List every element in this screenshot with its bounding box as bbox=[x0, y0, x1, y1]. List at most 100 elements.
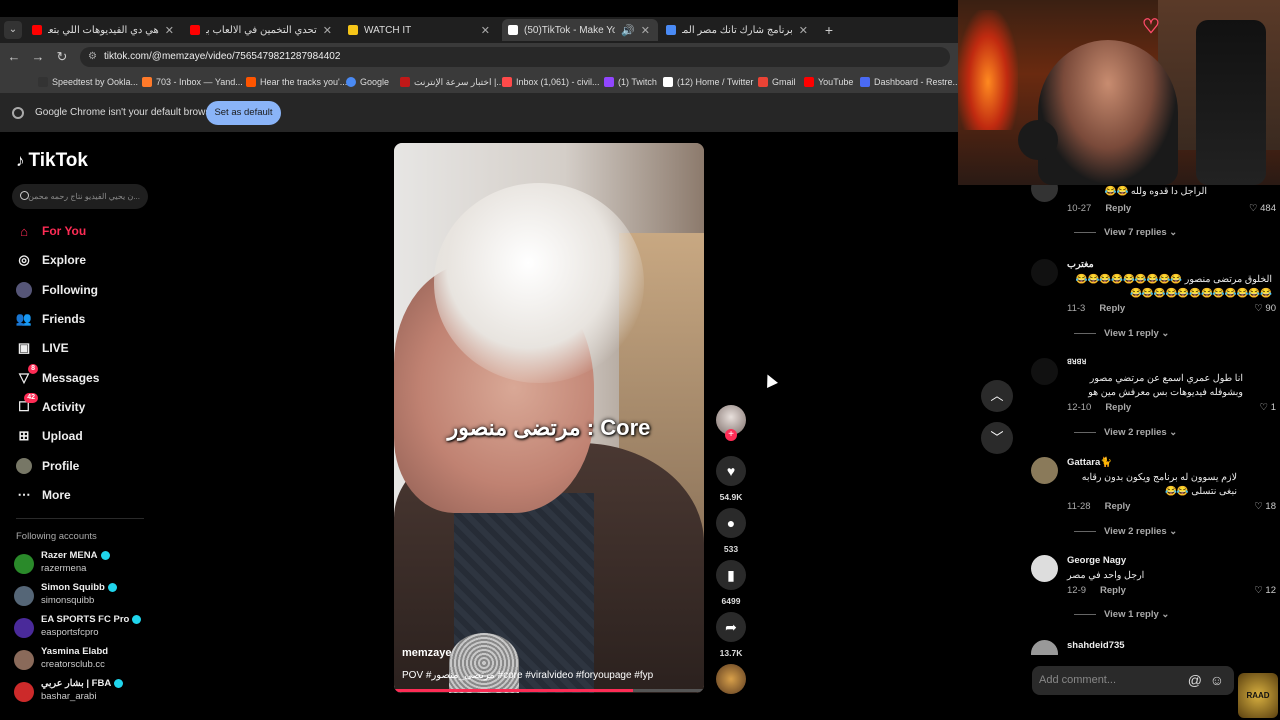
nav-for-you[interactable]: ⌂ For You bbox=[16, 220, 156, 242]
comment-avatar[interactable] bbox=[1031, 640, 1058, 655]
comment-avatar[interactable] bbox=[1031, 358, 1058, 385]
bookmark-item[interactable]: Dashboard - Restre... bbox=[860, 71, 960, 93]
view-replies-button[interactable]: View 2 replies ⌄ bbox=[1074, 526, 1177, 537]
like-button[interactable]: ♥ 54.9K bbox=[716, 456, 746, 502]
comment-avatar[interactable] bbox=[1031, 457, 1058, 484]
url-input[interactable]: ⚙ tiktok.com/@memzaye/video/756547982128… bbox=[80, 47, 950, 67]
bookmark-item[interactable]: (1) Twitch bbox=[604, 71, 657, 93]
search-input[interactable]: ...ن يحيي الفيديو نتاج رحمه محمن bbox=[12, 184, 148, 209]
view-replies-button[interactable]: View 1 reply ⌄ bbox=[1074, 609, 1169, 620]
back-icon[interactable]: ← bbox=[6, 49, 22, 65]
comment-like-count: 484 bbox=[1260, 203, 1276, 214]
following-account[interactable]: EA SPORTS FC Pro easportsfcpro bbox=[14, 614, 154, 642]
nav-more[interactable]: ⋯ More bbox=[16, 484, 156, 506]
comment-username[interactable]: shahdeid735 bbox=[1067, 640, 1125, 651]
comment-avatar[interactable] bbox=[1031, 185, 1058, 202]
nav-friends[interactable]: 👥 Friends bbox=[16, 308, 156, 330]
reply-button[interactable]: Reply bbox=[1105, 501, 1131, 512]
account-username: bashar_arabi bbox=[41, 691, 97, 702]
tiktok-logo[interactable]: ♪ TikTok bbox=[16, 150, 88, 172]
reply-button[interactable]: Reply bbox=[1105, 203, 1131, 214]
bookmark-item[interactable]: Inbox (1,061) - civil... bbox=[502, 71, 600, 93]
close-tab-icon[interactable]: ✕ bbox=[481, 24, 490, 37]
close-tab-icon[interactable]: ✕ bbox=[165, 24, 174, 37]
author-avatar[interactable]: + bbox=[716, 405, 746, 441]
comment-username[interactable]: مغترب bbox=[1067, 259, 1094, 270]
new-tab-button[interactable]: + bbox=[822, 21, 836, 39]
site-info-icon[interactable]: ⚙ bbox=[88, 47, 97, 67]
following-account[interactable]: Razer MENA razermena bbox=[14, 550, 154, 578]
activity-icon: ☐ 42 bbox=[16, 393, 38, 415]
nav-profile[interactable]: Profile bbox=[16, 455, 156, 477]
browser-tab-5[interactable]: برنامج شارك تانك مصر الموسم ا ✕ bbox=[660, 19, 816, 41]
forward-icon[interactable]: → bbox=[30, 49, 46, 65]
browser-tab-1[interactable]: هي دي الفيديوهات اللي بتعسلن ✕ bbox=[26, 19, 182, 41]
comment-avatar[interactable] bbox=[1031, 259, 1058, 286]
music-disc-icon[interactable] bbox=[716, 664, 746, 694]
bookmark-item[interactable]: 703 - Inbox — Yand... bbox=[142, 71, 243, 93]
save-button[interactable]: ▮ 6499 bbox=[716, 560, 746, 606]
speaker-icon[interactable]: 🔊 bbox=[621, 24, 635, 37]
bookmark-label: Inbox (1,061) - civil... bbox=[516, 77, 600, 87]
video-player[interactable]: مرتضى منصور : Core memzaye POV #مرتضى_من… bbox=[394, 143, 704, 693]
reply-button[interactable]: Reply bbox=[1105, 402, 1131, 413]
bookmark-item[interactable]: Google bbox=[346, 71, 389, 93]
reply-button[interactable]: Reply bbox=[1100, 585, 1126, 596]
close-tab-icon[interactable]: ✕ bbox=[799, 24, 808, 37]
bookmark-item[interactable]: Gmail bbox=[758, 71, 796, 93]
nav-live[interactable]: ▣ LIVE bbox=[16, 337, 156, 359]
following-account[interactable]: Yasmina Elabd creatorsclub.cc bbox=[14, 646, 154, 674]
add-comment-placeholder: Add comment... bbox=[1039, 674, 1117, 686]
close-tab-icon[interactable]: ✕ bbox=[641, 24, 650, 37]
youtube-icon bbox=[804, 77, 814, 87]
tab-search-button[interactable]: ⌄ bbox=[4, 21, 22, 39]
video-progress-bar[interactable] bbox=[394, 689, 704, 692]
browser-tab-4-active[interactable]: (50)TikTok - Make Your Day 🔊 ✕ bbox=[502, 19, 658, 41]
bookmark-item[interactable]: Speedtest by Ookla... bbox=[38, 71, 138, 93]
bookmark-item[interactable]: اختبار سرعة الإنترنت |... bbox=[400, 71, 504, 93]
browser-tab-2[interactable]: تحدي التخمين في الالعاب بين صـ ✕ bbox=[184, 19, 340, 41]
comment-username[interactable]: ꓭꓤꓭꓤ bbox=[1067, 358, 1086, 366]
next-video-button[interactable]: ﹀ bbox=[981, 422, 1013, 454]
comment-button[interactable]: ● 533 bbox=[716, 508, 746, 554]
following-account[interactable]: بشار عربي | FBA bashar_arabi bbox=[14, 678, 154, 706]
reload-icon[interactable]: ↻ bbox=[54, 49, 70, 65]
view-replies-button[interactable]: View 7 replies ⌄ bbox=[1074, 227, 1177, 238]
nav-following[interactable]: Following bbox=[16, 279, 156, 301]
nav-activity[interactable]: ☐ 42 Activity bbox=[16, 393, 156, 418]
view-replies-button[interactable]: View 2 replies ⌄ bbox=[1074, 427, 1177, 438]
mention-icon[interactable]: @ bbox=[1188, 666, 1202, 695]
emoji-icon[interactable]: ☺ bbox=[1210, 666, 1224, 695]
nav-label: Friends bbox=[42, 312, 86, 326]
nav-messages[interactable]: ▽ 8 Messages bbox=[16, 364, 156, 389]
bookmark-item[interactable]: Hear the tracks you'... bbox=[246, 71, 347, 93]
nav-explore[interactable]: ◎ Explore bbox=[16, 249, 156, 271]
bookmark-item[interactable]: (12) Home / Twitter bbox=[663, 71, 753, 93]
set-as-default-button[interactable]: Set as default bbox=[206, 101, 281, 125]
video-author[interactable]: memzaye bbox=[402, 647, 452, 659]
share-button[interactable]: ➦ 13.7K bbox=[716, 612, 746, 658]
infobar-message: Google Chrome isn't your default browser bbox=[35, 107, 220, 118]
comment-likes[interactable]: ♡ 1 bbox=[1260, 402, 1276, 413]
profile-avatar-icon bbox=[16, 458, 32, 474]
previous-video-button[interactable]: ︿ bbox=[981, 380, 1013, 412]
reply-button[interactable]: Reply bbox=[1099, 303, 1125, 314]
heart-icon: ♥ bbox=[716, 456, 746, 486]
browser-tab-3[interactable]: WATCH IT ✕ bbox=[342, 19, 498, 41]
comment-likes[interactable]: ♡ 484 bbox=[1249, 203, 1276, 214]
comment-avatar[interactable] bbox=[1031, 555, 1058, 582]
comment-like-count: 90 bbox=[1265, 303, 1276, 314]
follow-plus-icon[interactable]: + bbox=[725, 429, 737, 441]
comment-username[interactable]: George Nagy bbox=[1067, 555, 1126, 566]
nav-upload[interactable]: ⊞ Upload bbox=[16, 425, 156, 447]
bookmark-item[interactable]: YouTube bbox=[804, 71, 853, 93]
comment-likes[interactable]: ♡ 18 bbox=[1254, 501, 1276, 512]
comment-username[interactable]: Gattara🐈 bbox=[1067, 457, 1112, 468]
view-replies-button[interactable]: View 1 reply ⌄ bbox=[1074, 328, 1169, 339]
comment-likes[interactable]: ♡ 90 bbox=[1254, 303, 1276, 314]
close-tab-icon[interactable]: ✕ bbox=[323, 24, 332, 37]
comment-likes[interactable]: ♡ 12 bbox=[1254, 585, 1276, 596]
add-comment-input[interactable]: Add comment... @ ☺ bbox=[1032, 666, 1234, 695]
following-account[interactable]: Simon Squibb simonsquibb bbox=[14, 582, 154, 610]
avatar bbox=[14, 586, 34, 606]
